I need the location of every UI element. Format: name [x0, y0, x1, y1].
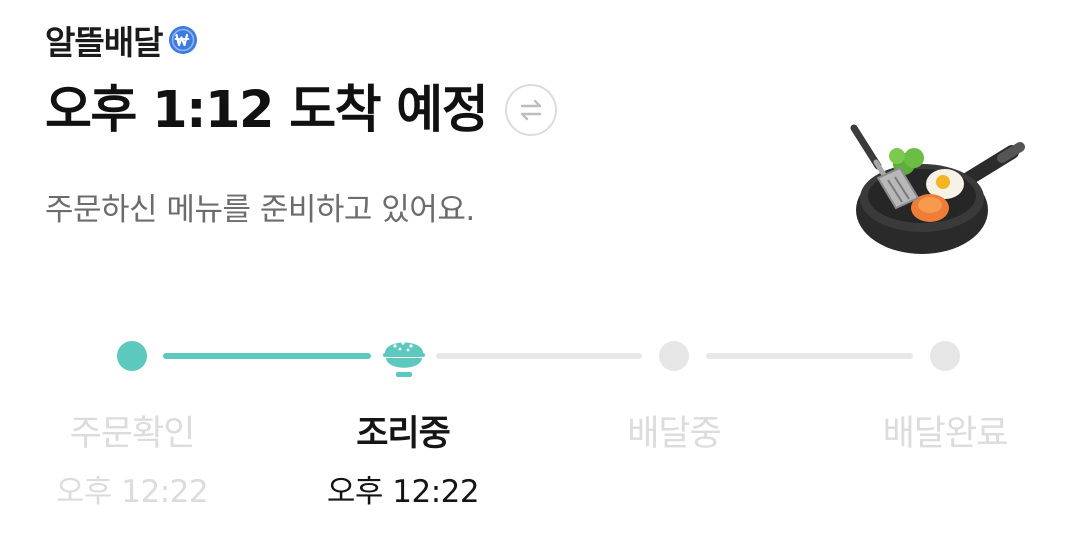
progress-line-pending	[436, 353, 642, 359]
step-label-cooking: 조리중	[356, 414, 451, 454]
step-dot-order-confirmed	[117, 341, 147, 371]
progress-tracker: 주문확인 조리중 배달중 배달완료 오후 12:22 오후 12:22	[0, 0, 1080, 543]
progress-line-pending	[706, 353, 913, 359]
rice-bowl-icon	[381, 331, 427, 379]
step-label-delivering: 배달중	[627, 414, 722, 454]
step-time-order-confirmed: 오후 12:22	[55, 474, 209, 510]
progress-line-completed	[163, 353, 371, 359]
step-label-order-confirmed: 주문확인	[69, 414, 196, 454]
step-dot-delivered	[930, 341, 960, 371]
step-time-cooking: 오후 12:22	[326, 474, 480, 510]
step-dot-delivering	[659, 341, 689, 371]
step-label-delivered: 배달완료	[882, 414, 1009, 454]
